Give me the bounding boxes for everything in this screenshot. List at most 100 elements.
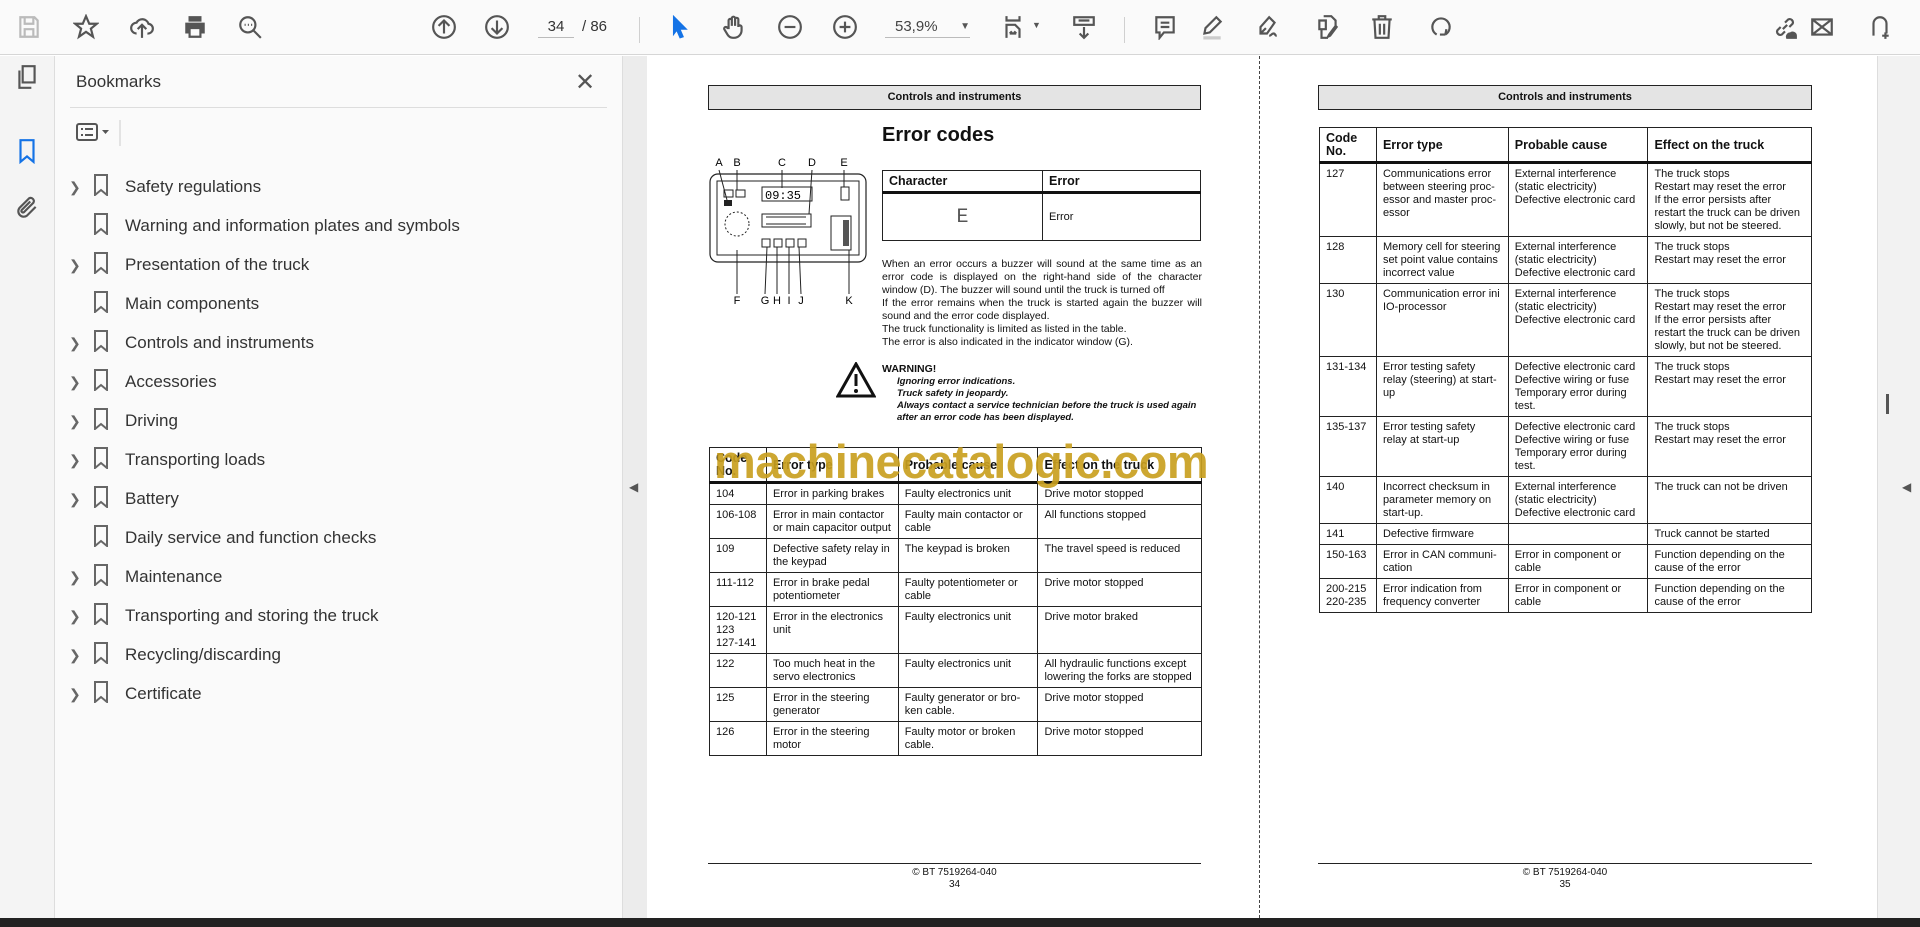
collapse-right-icon[interactable]: ◀ (1902, 480, 1911, 494)
table-cell: 120-121 123 127-141 (709, 606, 767, 654)
save-icon[interactable] (14, 12, 44, 42)
bookmark-item[interactable]: ❯ Certificate (55, 677, 615, 711)
add-user-icon[interactable] (1865, 12, 1895, 42)
share-link-icon[interactable] (1770, 12, 1800, 42)
sign-icon[interactable] (1252, 12, 1282, 42)
star-icon[interactable] (71, 12, 101, 42)
chevron-right-icon[interactable]: ❯ (69, 179, 93, 196)
panel-title: Bookmarks (76, 72, 162, 91)
bookmark-item[interactable]: ❯ Maintenance (55, 560, 615, 594)
scroll-mode-icon[interactable] (1069, 12, 1099, 42)
chevron-right-icon[interactable]: ❯ (69, 257, 93, 274)
chevron-right-icon[interactable]: ❯ (69, 413, 93, 430)
bookmark-item[interactable]: Warning and information plates and symbo… (55, 209, 615, 243)
table-cell: External interference (static electricit… (1507, 476, 1649, 524)
close-panel-button[interactable]: ✕ (575, 68, 595, 97)
warning-line: Always contact a service technician befo… (897, 400, 1197, 423)
character-window-d (761, 213, 812, 228)
bookmark-item[interactable]: ❯ Driving (55, 404, 615, 438)
bookmark-item[interactable]: ❯ Controls and instruments (55, 326, 615, 360)
table-cell: External interference (static electricit… (1507, 283, 1649, 357)
doc-number: © BT 7519264-040 (912, 867, 997, 878)
page-header: Controls and instruments (1318, 85, 1812, 110)
clock-text: 09:35 (765, 189, 801, 203)
table-cell: Error in the steering motor (765, 721, 899, 756)
table-cell: All functions stopped (1037, 504, 1202, 539)
table-cell: External interference (static electricit… (1507, 236, 1649, 284)
table-cell: Error in main contactor or main capacito… (765, 504, 899, 539)
chevron-right-icon[interactable]: ❯ (69, 569, 93, 586)
table-cell: The truck stops Restart may reset the er… (1647, 283, 1812, 357)
panel-collapse-strip[interactable]: ◀ (622, 56, 647, 918)
previous-page-icon[interactable] (429, 12, 459, 42)
chevron-right-icon[interactable]: ❯ (69, 335, 93, 352)
select-cursor-icon[interactable] (665, 12, 695, 42)
trash-icon[interactable] (1367, 12, 1397, 42)
chevron-right-icon[interactable]: ❯ (69, 608, 93, 625)
bookmark-label: Recycling/discarding (125, 645, 281, 664)
panel-divider (70, 107, 607, 108)
zoom-in-icon[interactable] (830, 12, 860, 42)
table-cell: Drive motor stopped (1037, 572, 1202, 607)
fit-dropdown-icon[interactable]: ▼ (1032, 20, 1041, 30)
bookmark-item[interactable]: ❯ Recycling/discarding (55, 638, 615, 672)
zoom-level-select[interactable]: 53,9% ▼ (885, 16, 970, 38)
highlight-icon[interactable] (1197, 12, 1227, 42)
callout-label: D (808, 157, 816, 169)
collapse-left-icon[interactable]: ◀ (629, 480, 638, 494)
chevron-right-icon[interactable]: ❯ (69, 686, 93, 703)
page-divider (1259, 56, 1260, 918)
fit-page-icon[interactable] (998, 12, 1028, 42)
email-icon[interactable] (1807, 12, 1837, 42)
page-number-input[interactable]: 34 (538, 16, 574, 38)
hand-tool-icon[interactable] (719, 12, 749, 42)
chevron-right-icon[interactable]: ❯ (69, 647, 93, 664)
warning-triangle-icon (836, 362, 876, 398)
bookmark-item[interactable]: Daily service and function checks (55, 521, 615, 555)
upload-cloud-icon[interactable] (127, 12, 157, 42)
comment-icon[interactable] (1150, 12, 1180, 42)
bookmark-item[interactable]: ❯ Safety regulations (55, 170, 615, 204)
bookmarks-icon[interactable] (12, 136, 42, 166)
table-cell: Drive motor stopped (1037, 721, 1202, 756)
toolbar: 34 / 86 53,9% ▼ ▼ (0, 0, 1920, 55)
chevron-right-icon[interactable]: ❯ (69, 374, 93, 391)
print-icon[interactable] (180, 12, 210, 42)
table-cell: 125 (709, 687, 767, 722)
table-cell: The keypad is broken (897, 538, 1039, 573)
bookmark-item[interactable]: ❯ Presentation of the truck (55, 248, 615, 282)
search-icon[interactable] (235, 12, 265, 42)
footer: © BT 7519264-040 34 (708, 867, 1201, 891)
bookmark-label: Maintenance (125, 567, 223, 586)
table-cell: Defective electronic card Defective wiri… (1507, 416, 1649, 477)
export-pdf-icon[interactable] (1313, 12, 1343, 42)
bookmark-icon (93, 680, 115, 708)
bookmark-options-button[interactable] (75, 120, 123, 150)
table-cell: 131-134 (1319, 356, 1377, 417)
table-cell: 122 (709, 653, 767, 688)
vertical-scrollbar[interactable]: ◀ (1877, 56, 1920, 918)
bookmark-item[interactable]: ❯ Transporting and storing the truck (55, 599, 615, 633)
table-cell: Error in the electronics unit (765, 606, 899, 654)
description: When an error occurs a buzzer will sound… (882, 258, 1202, 349)
table-cell: Incorrect checksum in parameter memory o… (1375, 476, 1509, 524)
page-thumbnails-icon[interactable] (12, 62, 42, 92)
table-cell: The truck can not be driven (1647, 476, 1812, 524)
table-cell: 140 (1319, 476, 1377, 524)
scrollbar-thumb[interactable] (1886, 394, 1889, 414)
attachments-icon[interactable] (12, 193, 42, 223)
rotate-icon[interactable] (1426, 12, 1456, 42)
table-cell: Error in CAN communi-cation (1375, 544, 1509, 579)
bookmark-item[interactable]: ❯ Accessories (55, 365, 615, 399)
chevron-right-icon[interactable]: ❯ (69, 452, 93, 469)
next-page-icon[interactable] (482, 12, 512, 42)
bookmark-item[interactable]: Main components (55, 287, 615, 321)
column-header: Effect on the truck (1647, 127, 1812, 164)
bookmark-icon (93, 212, 115, 240)
bookmark-item[interactable]: ❯ Transporting loads (55, 443, 615, 477)
bookmark-item[interactable]: ❯ Battery (55, 482, 615, 516)
chevron-right-icon[interactable]: ❯ (69, 491, 93, 508)
zoom-out-icon[interactable] (775, 12, 805, 42)
bookmark-icon (93, 524, 115, 552)
footer-rule (708, 863, 1201, 864)
